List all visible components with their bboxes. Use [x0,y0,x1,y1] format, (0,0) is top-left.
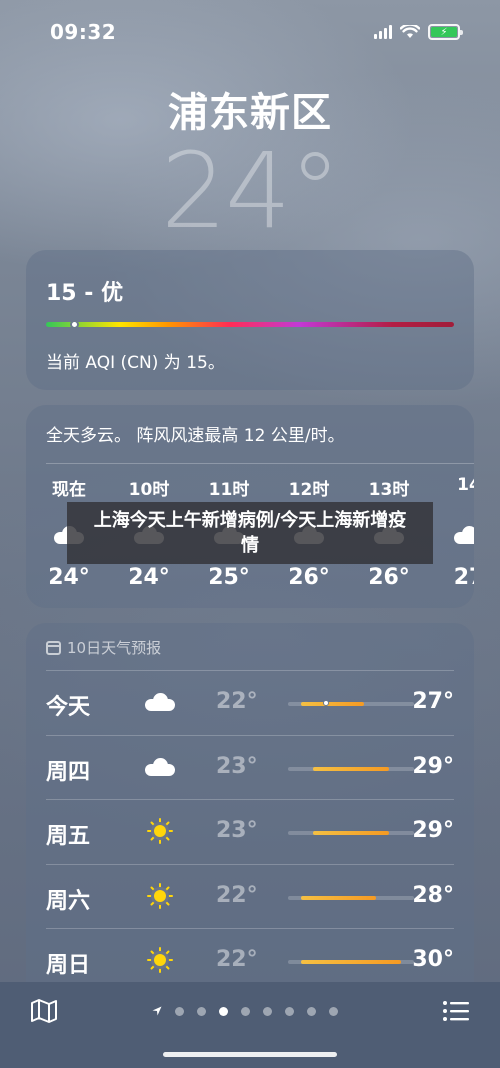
hourly-summary: 全天多云。 阵风风速最高 12 公里/时。 [46,426,345,446]
daily-row[interactable]: 周六 22° 28° [46,863,454,928]
hourly-time: 11时 [208,480,250,500]
page-dot[interactable] [197,1006,206,1016]
current-temperature: 24° [160,130,341,252]
status-bar: 09:32 ⚡ [0,0,500,60]
list-icon[interactable] [442,999,470,1023]
hourly-time: 14 [457,475,474,495]
ten-day-forecast-card[interactable]: 10日天气预报 今天 22° 27° 周四 23° 29° 周五 23° 29° 周六 22° 28°… [26,623,474,1023]
temp-range-bar [313,831,389,835]
sun-icon [147,947,173,973]
map-icon[interactable] [30,998,58,1024]
daily-icon-slot [140,752,180,782]
daily-low: 22° [216,689,258,714]
wifi-icon [400,25,420,38]
temp-range-bar [313,766,389,771]
list-icon-glyph [443,1001,469,1021]
daily-row[interactable]: 今天 22° 27° [46,670,454,734]
map-icon-glyph [31,999,57,1023]
location-arrow-icon [152,1006,162,1016]
temp-range-track [288,700,414,706]
battery-icon: ⚡ [428,24,463,40]
hourly-temp: 27 [453,565,474,590]
daily-low: 22° [216,947,258,972]
hourly-temp: 24° [48,565,90,590]
daily-day: 周日 [46,953,91,978]
cloud-icon [454,526,474,544]
page-dot[interactable] [263,1006,272,1016]
divider [46,463,474,464]
hourly-temp: 26° [368,565,410,590]
temp-range-track [288,960,414,964]
daily-icon-slot [140,881,180,911]
hourly-time: 12时 [288,480,330,500]
hourly-item: 14 27 [434,475,474,590]
hourly-temp: 24° [128,565,170,590]
temp-range-track [288,766,414,771]
current-temp-marker [322,700,329,706]
aqi-headline: 15 - 优 [46,281,124,306]
temp-range-bar [300,960,402,964]
temp-range-bar [300,895,377,900]
daily-high: 28° [412,882,454,908]
hourly-time: 10时 [128,480,170,500]
hourly-icon-slot [434,505,474,565]
ten-day-title: 10日天气预报 [67,639,162,657]
calendar-icon [46,640,61,655]
temp-range-track [288,895,414,900]
daily-row[interactable]: 周五 23° 29° [46,799,454,863]
daily-high: 29° [412,818,454,843]
page-dot[interactable] [329,1006,338,1016]
page-dot[interactable] [219,1006,228,1016]
home-indicator [163,1052,337,1057]
air-quality-card[interactable]: 15 - 优 当前 AQI (CN) 为 15。 [26,250,474,390]
status-time: 09:32 [50,20,117,44]
temp-range-bar [300,702,364,706]
page-dot[interactable] [285,1006,294,1016]
ten-day-header: 10日天气预报 [46,637,161,658]
daily-high: 29° [412,753,454,779]
daily-day: 周四 [46,759,91,785]
temp-range-track [288,831,414,835]
aqi-indicator [70,320,80,329]
hourly-temp: 26° [288,565,330,590]
daily-day: 周五 [46,824,91,849]
daily-row[interactable]: 周四 23° 29° [46,734,454,799]
daily-low: 22° [216,882,258,908]
daily-icon-slot [140,687,180,717]
page-indicator[interactable] [152,1006,338,1016]
sun-icon [147,818,173,844]
daily-icon-slot [140,945,180,975]
sun-icon [147,882,173,909]
hourly-time: 13时 [368,480,410,500]
cloud-icon [145,693,175,711]
aqi-description: 当前 AQI (CN) 为 15。 [46,353,225,373]
news-caption-overlay: 上海今天上午新增病例/今天上海新增疫情 [67,502,433,564]
aqi-scale-bar [46,322,454,327]
daily-high: 27° [412,689,454,714]
page-dot[interactable] [175,1006,184,1016]
hourly-time: 现在 [52,480,86,500]
daily-high: 30° [412,947,454,972]
daily-low: 23° [216,753,258,779]
daily-low: 23° [216,818,258,843]
daily-icon-slot [140,816,180,846]
status-icons: ⚡ [374,24,463,40]
daily-day: 今天 [46,695,91,720]
page-dot[interactable] [307,1006,316,1016]
daily-day: 周六 [46,888,91,914]
cellular-signal-icon [374,25,392,39]
hourly-temp: 25° [208,565,250,590]
page-dot[interactable] [241,1006,250,1016]
cloud-icon [145,757,175,776]
